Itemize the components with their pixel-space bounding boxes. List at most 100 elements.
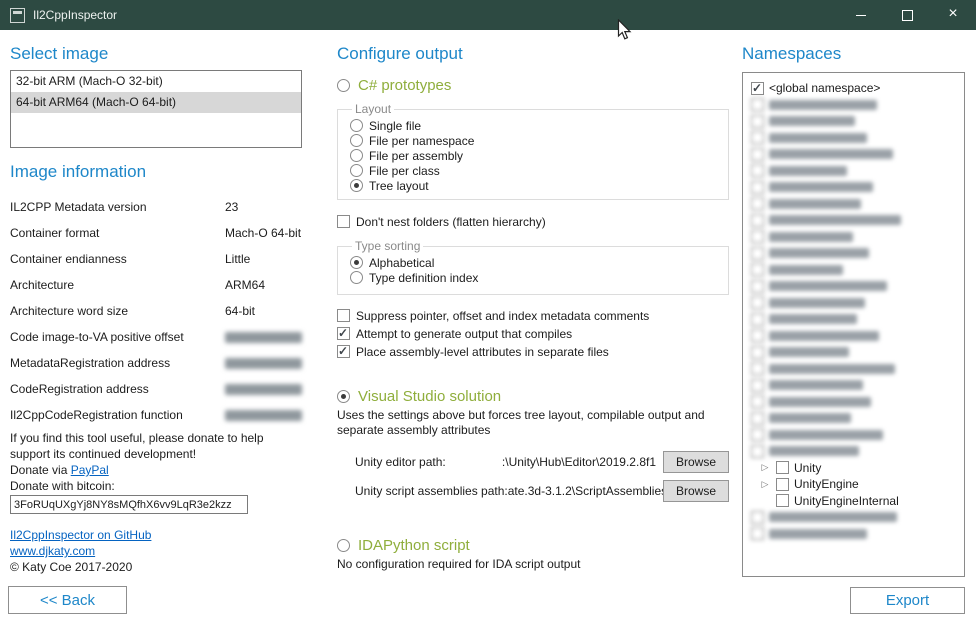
redacted-label — [769, 314, 857, 324]
redacted-label — [769, 331, 879, 341]
close-button[interactable]: × — [930, 0, 976, 30]
checkbox-icon — [751, 445, 764, 458]
browse-button[interactable]: Browse — [663, 451, 729, 473]
title-bar[interactable]: Il2CppInspector × — [0, 0, 976, 30]
namespace-item-unityengineinternal[interactable]: UnityEngineInternal — [747, 493, 960, 510]
namespace-list[interactable]: <global namespace> ▷Unity▷UnityEngineUnit… — [742, 72, 965, 577]
namespaces-heading: Namespaces — [742, 44, 965, 64]
maximize-button[interactable] — [884, 0, 930, 30]
info-row: Container endiannessLittle — [10, 246, 302, 272]
radio-label: Tree layout — [369, 179, 429, 193]
namespace-item-redacted[interactable] — [747, 443, 960, 460]
info-label: Code image-to-VA positive offset — [10, 330, 225, 344]
namespace-item-unityengine[interactable]: ▷UnityEngine — [747, 476, 960, 493]
namespace-item-global-namespace[interactable]: <global namespace> — [747, 80, 960, 97]
expander-icon[interactable]: ▷ — [759, 463, 771, 472]
info-row: Architecture word size64-bit — [10, 298, 302, 324]
bitcoin-address-input[interactable] — [10, 495, 248, 514]
namespace-item-redacted[interactable] — [747, 97, 960, 114]
flatten-hierarchy-checkbox[interactable]: Don't nest folders (flatten hierarchy) — [337, 214, 729, 229]
namespace-item-redacted[interactable] — [747, 179, 960, 196]
checkbox-icon — [337, 327, 350, 340]
radio-icon — [350, 134, 363, 147]
output-checkbox-place-assembly-level-attribute[interactable]: Place assembly-level attributes in separ… — [337, 344, 729, 359]
namespace-item-redacted[interactable] — [747, 394, 960, 411]
sorting-option-type-definition-index[interactable]: Type definition index — [350, 270, 728, 285]
namespace-item-redacted[interactable] — [747, 229, 960, 246]
browse-button[interactable]: Browse — [663, 480, 729, 502]
visual-studio-solution-radio[interactable]: Visual Studio solution — [337, 387, 729, 405]
namespace-item-redacted[interactable] — [747, 410, 960, 427]
redacted-label — [769, 446, 859, 456]
checkbox-icon — [751, 511, 764, 524]
namespace-item-redacted[interactable] — [747, 377, 960, 394]
namespace-item-redacted[interactable] — [747, 212, 960, 229]
sorting-option-alphabetical[interactable]: Alphabetical — [350, 255, 728, 270]
namespace-item-redacted[interactable] — [747, 295, 960, 312]
radio-icon — [350, 271, 363, 284]
layout-option-tree-layout[interactable]: Tree layout — [350, 178, 728, 193]
namespace-item-redacted[interactable] — [747, 526, 960, 543]
checkbox-label: Place assembly-level attributes in separ… — [356, 345, 609, 359]
checkbox-icon — [751, 82, 764, 95]
donate-paypal-line: Donate via PayPal — [10, 462, 302, 478]
back-button[interactable]: << Back — [8, 586, 127, 614]
namespace-item-redacted[interactable] — [747, 344, 960, 361]
image-list-item-32-bit-arm-mach-o-32-bit[interactable]: 32-bit ARM (Mach-O 32-bit) — [11, 71, 301, 92]
github-link[interactable]: Il2CppInspector on GitHub — [10, 528, 151, 542]
radio-label: Single file — [369, 119, 421, 133]
info-value: ARM64 — [225, 278, 265, 292]
checkbox-icon — [751, 313, 764, 326]
idapython-script-radio[interactable]: IDAPython script — [337, 536, 729, 554]
namespace-item-redacted[interactable] — [747, 509, 960, 526]
namespace-item-redacted[interactable] — [747, 328, 960, 345]
copyright-text: © Katy Coe 2017-2020 — [10, 559, 302, 575]
namespace-item-redacted[interactable] — [747, 245, 960, 262]
namespace-item-redacted[interactable] — [747, 146, 960, 163]
info-row: MetadataRegistration address — [10, 350, 302, 376]
namespace-item-unity[interactable]: ▷Unity — [747, 460, 960, 477]
namespace-item-redacted[interactable] — [747, 361, 960, 378]
minimize-button[interactable] — [838, 0, 884, 30]
radio-icon — [337, 539, 350, 552]
window-title: Il2CppInspector — [33, 8, 838, 22]
layout-option-single-file[interactable]: Single file — [350, 118, 728, 133]
select-image-panel: Select image 32-bit ARM (Mach-O 32-bit)6… — [10, 30, 302, 575]
layout-option-file-per-class[interactable]: File per class — [350, 163, 728, 178]
redacted-label — [769, 133, 867, 143]
csharp-prototypes-label: C# prototypes — [358, 77, 451, 94]
output-checkbox-suppress-pointer-offset-and-in[interactable]: Suppress pointer, offset and index metad… — [337, 308, 729, 323]
namespace-item-redacted[interactable] — [747, 311, 960, 328]
checkbox-icon — [751, 280, 764, 293]
checkbox-icon — [751, 527, 764, 540]
layout-option-file-per-namespace[interactable]: File per namespace — [350, 133, 728, 148]
redacted-label — [769, 215, 901, 225]
type-sorting-group-label: Type sorting — [352, 239, 423, 253]
image-list-item-64-bit-arm64-mach-o-64-bit[interactable]: 64-bit ARM64 (Mach-O 64-bit) — [11, 92, 301, 113]
checkbox-icon — [751, 263, 764, 276]
image-list[interactable]: 32-bit ARM (Mach-O 32-bit)64-bit ARM64 (… — [10, 70, 302, 148]
expander-icon[interactable]: ▷ — [759, 480, 771, 489]
paypal-link[interactable]: PayPal — [71, 463, 109, 477]
output-checkbox-attempt-to-generate-output-tha[interactable]: Attempt to generate output that compiles — [337, 326, 729, 341]
namespace-item-redacted[interactable] — [747, 427, 960, 444]
namespace-item-redacted[interactable] — [747, 163, 960, 180]
namespace-item-redacted[interactable] — [747, 130, 960, 147]
donate-via-label: Donate via — [10, 463, 71, 477]
export-button[interactable]: Export — [850, 587, 965, 614]
info-value: 64-bit — [225, 304, 255, 318]
output-checkboxes: Suppress pointer, offset and index metad… — [337, 308, 729, 359]
csharp-prototypes-radio[interactable]: C# prototypes — [337, 76, 729, 94]
minimize-icon — [856, 15, 866, 16]
redacted-label — [769, 149, 893, 159]
website-link[interactable]: www.djkaty.com — [10, 544, 95, 558]
info-value: Mach-O 64-bit — [225, 226, 301, 240]
layout-option-file-per-assembly[interactable]: File per assembly — [350, 148, 728, 163]
redacted-label — [769, 413, 851, 423]
checkbox-label: Suppress pointer, offset and index metad… — [356, 309, 649, 323]
namespace-item-redacted[interactable] — [747, 196, 960, 213]
namespace-item-redacted[interactable] — [747, 113, 960, 130]
namespace-item-redacted[interactable] — [747, 262, 960, 279]
namespace-item-redacted[interactable] — [747, 278, 960, 295]
info-row: Container formatMach-O 64-bit — [10, 220, 302, 246]
